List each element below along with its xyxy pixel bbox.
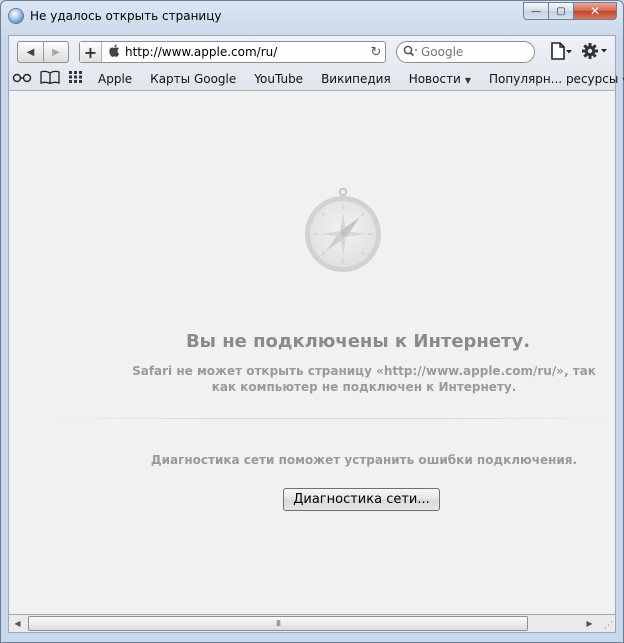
horizontal-scrollbar[interactable]: ◀ III ▶ ⋰: [8, 614, 616, 633]
scroll-track[interactable]: III: [26, 615, 581, 632]
bookmark-news-menu[interactable]: Новости ▼: [409, 72, 471, 86]
back-forward-buttons: ◀ ▶: [17, 41, 69, 63]
bookmark-popular-label: Популярн... ресурсы: [489, 72, 619, 86]
scroll-right-button[interactable]: ▶: [581, 615, 598, 632]
bookmark-google-maps[interactable]: Карты Google: [150, 72, 236, 86]
close-button[interactable]: ✕: [574, 2, 617, 20]
bookmarks-bar: Apple Карты Google YouTube Википедия Нов…: [9, 68, 624, 90]
safari-app-icon: [8, 8, 24, 24]
page-document-icon: [551, 42, 572, 60]
book-icon: [40, 70, 60, 85]
glasses-icon: [12, 73, 32, 83]
address-bar: + ↻: [79, 41, 386, 63]
content-divider: [49, 418, 617, 419]
gear-icon: [582, 43, 607, 59]
apple-logo-icon: [108, 44, 119, 57]
search-bar: [396, 41, 535, 63]
gear-menu-icon[interactable]: [581, 41, 609, 65]
back-button[interactable]: ◀: [18, 42, 43, 62]
toolbar: ◀ ▶ + ↻: [8, 35, 624, 91]
bookmark-youtube[interactable]: YouTube: [254, 72, 303, 86]
browser-window: Не удалось открыть страницу — ▢ ✕ ◀ ▶ + …: [0, 0, 624, 643]
top-sites-grid-icon[interactable]: [68, 70, 84, 88]
error-description: Safari не может открыть страницу «http:/…: [132, 364, 596, 394]
page-menu-icon[interactable]: [550, 42, 574, 64]
minimize-button[interactable]: —: [523, 2, 549, 20]
url-input[interactable]: [121, 45, 367, 59]
page-content: Вы не подключены к Интернету. Safari не …: [8, 91, 617, 614]
network-diagnostics-button[interactable]: Диагностика сети...: [283, 488, 440, 511]
search-icon: [403, 45, 421, 60]
scroll-thumb[interactable]: III: [28, 616, 528, 631]
compass-icon: [305, 187, 381, 272]
diagnostics-text: Диагностика сети поможет устранить ошибк…: [150, 453, 578, 467]
bookmark-news-label: Новости: [408, 72, 461, 86]
apple-favicon-icon: [107, 44, 121, 60]
search-magnifier-icon: [403, 45, 418, 56]
resize-grip-icon[interactable]: ⋰: [598, 615, 615, 632]
add-bookmark-button[interactable]: +: [80, 42, 102, 62]
window-title: Не удалось открыть страницу: [30, 9, 222, 23]
maximize-button[interactable]: ▢: [549, 2, 574, 20]
bookmark-apple[interactable]: Apple: [98, 72, 132, 86]
bookmark-popular-menu[interactable]: Популярн... ресурсы▼: [489, 72, 624, 86]
error-heading: Вы не подключены к Интернету.: [185, 331, 531, 352]
forward-button[interactable]: ▶: [43, 42, 68, 62]
bookmarks-book-icon[interactable]: [40, 70, 60, 88]
grid-icon: [69, 71, 82, 83]
title-bar[interactable]: Не удалось открыть страницу — ▢ ✕: [1, 1, 623, 31]
scroll-left-button[interactable]: ◀: [9, 615, 26, 632]
search-input[interactable]: [421, 45, 534, 59]
reading-list-icon[interactable]: [12, 71, 32, 87]
chevron-down-icon: ▼: [464, 76, 472, 85]
bookmark-wikipedia[interactable]: Википедия: [321, 72, 391, 86]
reload-icon[interactable]: ↻: [367, 45, 385, 60]
window-controls: — ▢ ✕: [523, 2, 617, 20]
